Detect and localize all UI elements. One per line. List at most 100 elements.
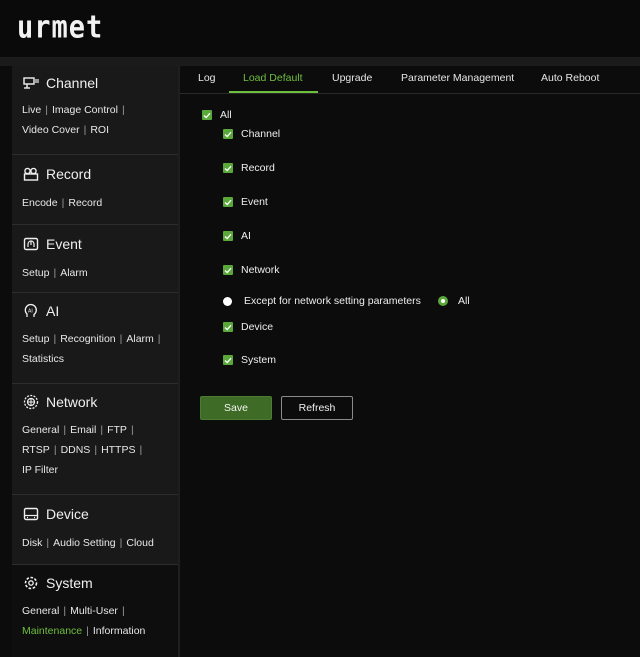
checkbox-checked-icon[interactable] <box>223 355 233 365</box>
checkbox-checked-icon[interactable] <box>223 265 233 275</box>
tab-upgrade[interactable]: Upgrade <box>332 72 372 84</box>
tab-log[interactable]: Log <box>198 72 216 84</box>
save-button[interactable]: Save <box>200 396 272 420</box>
option-label: Event <box>241 196 268 208</box>
option-label: Record <box>241 162 275 174</box>
sidebar-link-general[interactable]: General <box>22 424 59 436</box>
option-network-all[interactable]: All <box>438 295 470 307</box>
tab-auto-reboot[interactable]: Auto Reboot <box>541 72 599 84</box>
tab-parameter-management[interactable]: Parameter Management <box>401 72 514 84</box>
main-panel: Log Load Default Upgrade Parameter Manag… <box>178 66 640 657</box>
sidebar-links: Live | Image Control | Video Cover | ROI <box>22 104 125 136</box>
sidebar-heading-device[interactable]: Device <box>12 495 178 533</box>
radio-unselected-icon[interactable] <box>223 296 232 306</box>
sidebar-section-network: Network General | Email | FTP | RTSP | DDNS | HTT… <box>12 384 178 495</box>
sidebar-link-alarm[interactable]: Alarm <box>60 267 87 279</box>
sidebar-link-audio-setting[interactable]: Audio Setting <box>53 537 115 549</box>
sidebar-link-https[interactable]: HTTPS <box>101 444 135 456</box>
option-ai[interactable]: AI <box>223 230 251 242</box>
sidebar-link-ip-filter[interactable]: IP Filter <box>22 464 58 476</box>
sidebar-link-recognition[interactable]: Recognition <box>60 333 115 345</box>
sidebar-link-roi[interactable]: ROI <box>90 124 109 136</box>
option-label: System <box>241 354 277 366</box>
sidebar-link-email[interactable]: Email <box>70 424 96 436</box>
sidebar-link-encode[interactable]: Encode <box>22 197 58 209</box>
checkbox-checked-icon[interactable] <box>223 197 233 207</box>
sidebar-section-device: Device Disk | Audio Setting | Cloud <box>12 495 178 565</box>
option-channel[interactable]: Channel <box>223 128 280 140</box>
option-all[interactable]: All <box>202 109 232 121</box>
sidebar-link-setup[interactable]: Setup <box>22 267 49 279</box>
sidebar-section-system: System General | Multi-User | Maintenance | I… <box>12 565 178 657</box>
option-label: Channel <box>241 128 281 140</box>
checkbox-checked-icon[interactable] <box>223 163 233 173</box>
sidebar-heading-label: Channel <box>46 75 99 91</box>
sidebar-link-ddns[interactable]: DDNS <box>61 444 91 456</box>
checkbox-checked-icon[interactable] <box>202 110 212 120</box>
sidebar-link-disk[interactable]: Disk <box>22 537 42 549</box>
top-bar: urmet <box>0 0 640 58</box>
sidebar-heading-system[interactable]: System <box>12 565 178 601</box>
sidebar-section-channel: Channel Live | Image Control | Video Cover |… <box>12 66 178 155</box>
sidebar-section-event: Event Setup | Alarm <box>12 225 178 293</box>
sidebar-heading-label: Event <box>46 236 82 252</box>
urmet-logo: urmet <box>17 9 104 46</box>
sidebar-link-record[interactable]: Record <box>68 197 102 209</box>
option-network[interactable]: Network <box>223 264 280 276</box>
sidebar-link-maintenance[interactable]: Maintenance <box>22 625 82 637</box>
sidebar-links: General | Email | FTP | RTSP | DDNS | HTTPS | IP F… <box>22 424 143 476</box>
option-except-network[interactable]: Except for network setting parameters <box>223 295 421 307</box>
option-label: All <box>220 109 232 121</box>
sidebar-heading-label: AI <box>46 303 60 319</box>
sidebar-section-ai: AI AI Setup | Recognition | Alarm | Statistic… <box>12 293 178 384</box>
sidebar-link-general[interactable]: General <box>22 605 59 617</box>
sidebar-heading-label: Record <box>46 166 92 182</box>
svg-text:AI: AI <box>28 309 33 315</box>
sidebar-heading-channel[interactable]: Channel <box>12 66 178 100</box>
option-system[interactable]: System <box>223 354 276 366</box>
option-device[interactable]: Device <box>223 321 273 333</box>
radio-selected-icon[interactable] <box>438 296 448 306</box>
sidebar-heading-event[interactable]: Event <box>12 225 178 263</box>
sidebar-link-setup[interactable]: Setup <box>22 333 49 345</box>
option-record[interactable]: Record <box>223 162 275 174</box>
sidebar-heading-network[interactable]: Network <box>12 384 178 420</box>
sidebar-link-statistics[interactable]: Statistics <box>22 353 64 365</box>
sidebar-heading-label: Device <box>46 506 89 522</box>
active-tab-indicator <box>229 91 318 93</box>
option-event[interactable]: Event <box>223 196 268 208</box>
network-icon <box>22 393 40 411</box>
tab-load-default[interactable]: Load Default <box>243 72 303 84</box>
sidebar-link-live[interactable]: Live <box>22 104 41 116</box>
refresh-button[interactable]: Refresh <box>281 396 353 420</box>
sidebar-link-ftp[interactable]: FTP <box>107 424 127 436</box>
sidebar-links: Setup | Recognition | Alarm | Statistics <box>22 333 161 365</box>
option-label: All <box>458 295 470 307</box>
option-label: Network <box>241 264 280 276</box>
option-label: AI <box>241 230 251 242</box>
device-icon <box>22 505 40 523</box>
sidebar-section-record: Record Encode | Record <box>12 155 178 225</box>
sidebar-link-alarm[interactable]: Alarm <box>126 333 153 345</box>
sidebar: Channel Live | Image Control | Video Cover |… <box>12 66 178 657</box>
option-label: Device <box>241 321 274 333</box>
record-icon <box>22 165 40 183</box>
tab-bar: Log Load Default Upgrade Parameter Manag… <box>180 66 640 94</box>
checkbox-checked-icon[interactable] <box>223 231 233 241</box>
sidebar-link-rtsp[interactable]: RTSP <box>22 444 50 456</box>
sidebar-link-information[interactable]: Information <box>93 625 146 637</box>
sidebar-heading-record[interactable]: Record <box>12 155 178 193</box>
sidebar-link-cloud[interactable]: Cloud <box>126 537 153 549</box>
sidebar-heading-ai[interactable]: AI AI <box>12 293 178 329</box>
sidebar-links: Setup | Alarm <box>22 267 88 279</box>
checkbox-checked-icon[interactable] <box>223 129 233 139</box>
sidebar-link-image-control[interactable]: Image Control <box>52 104 118 116</box>
event-icon <box>22 235 40 253</box>
checkbox-checked-icon[interactable] <box>223 322 233 332</box>
sidebar-heading-label: System <box>46 575 93 591</box>
sidebar-links: Disk | Audio Setting | Cloud <box>22 537 154 549</box>
sidebar-link-video-cover[interactable]: Video Cover <box>22 124 80 136</box>
sidebar-link-multi-user[interactable]: Multi-User <box>70 605 118 617</box>
option-label: Except for network setting parameters <box>244 295 421 307</box>
ai-icon: AI <box>22 302 40 320</box>
